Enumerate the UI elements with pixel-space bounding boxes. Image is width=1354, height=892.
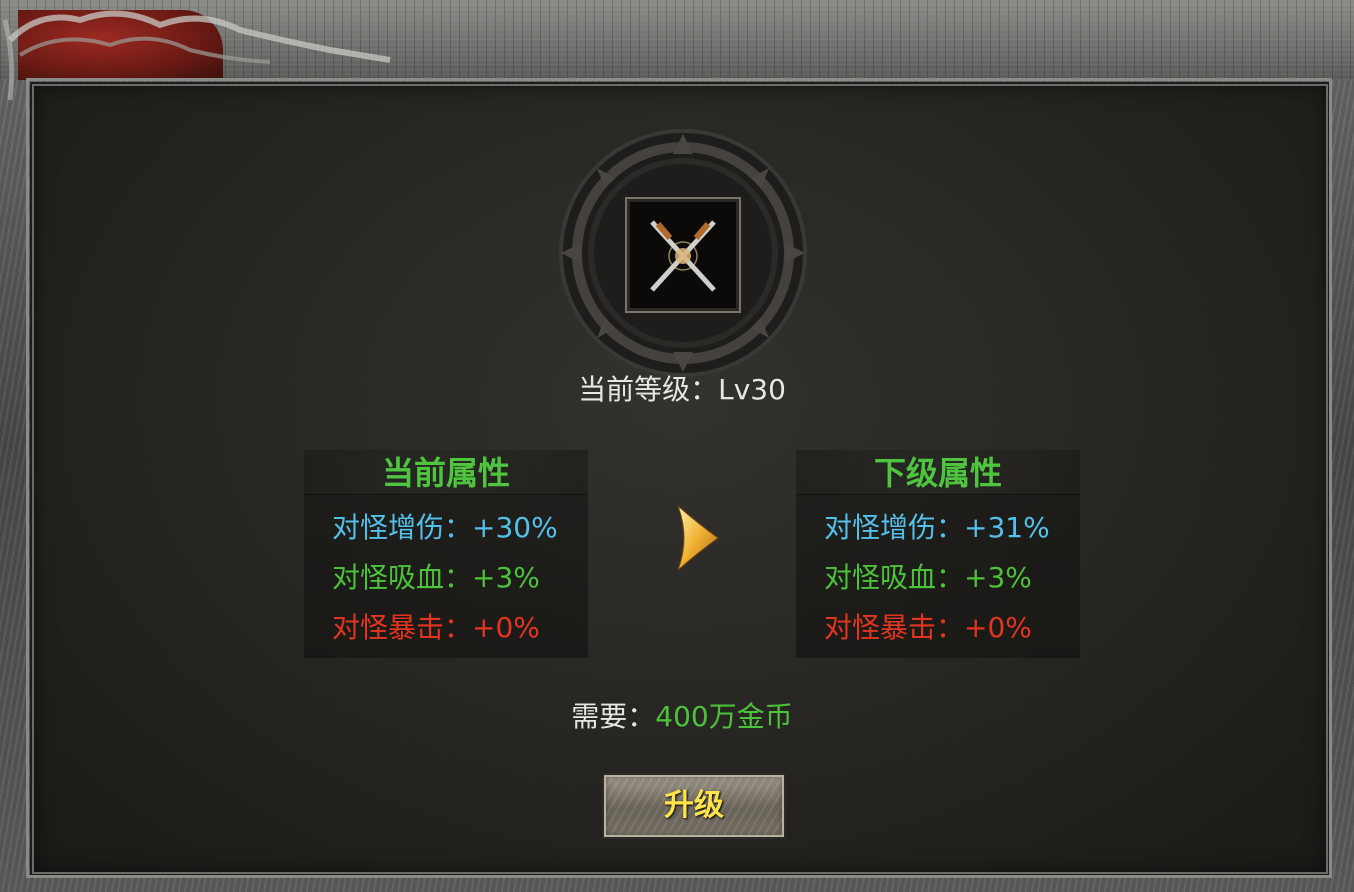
next-arrow-icon <box>677 505 719 571</box>
next-attributes-title: 下级属性 <box>796 450 1080 495</box>
current-level-label: 当前等级：Lv30 <box>578 373 786 406</box>
next-attributes-panel: 下级属性 对怪增伤：+31% 对怪吸血：+3% 对怪暴击：+0% <box>796 450 1080 658</box>
current-stat-damage: 对怪增伤：+30% <box>332 511 558 544</box>
skill-icon-slot[interactable] <box>625 197 741 313</box>
current-attributes-panel: 当前属性 对怪增伤：+30% 对怪吸血：+3% 对怪暴击：+0% <box>304 450 588 658</box>
current-stat-crit: 对怪暴击：+0% <box>332 611 540 644</box>
current-attributes-title: 当前属性 <box>304 450 588 495</box>
cost-label: 需要： <box>571 700 656 733</box>
current-stat-lifesteal: 对怪吸血：+3% <box>332 561 540 594</box>
cost-amount: 400万金币 <box>655 700 793 733</box>
next-stat-crit: 对怪暴击：+0% <box>824 611 1032 644</box>
upgrade-cost: 需要：400万金币 <box>520 697 844 737</box>
crossed-swords-icon <box>650 220 716 292</box>
next-stat-damage: 对怪增伤：+31% <box>824 511 1050 544</box>
upgrade-button[interactable]: 升级 <box>602 773 786 839</box>
next-stat-lifesteal: 对怪吸血：+3% <box>824 561 1032 594</box>
